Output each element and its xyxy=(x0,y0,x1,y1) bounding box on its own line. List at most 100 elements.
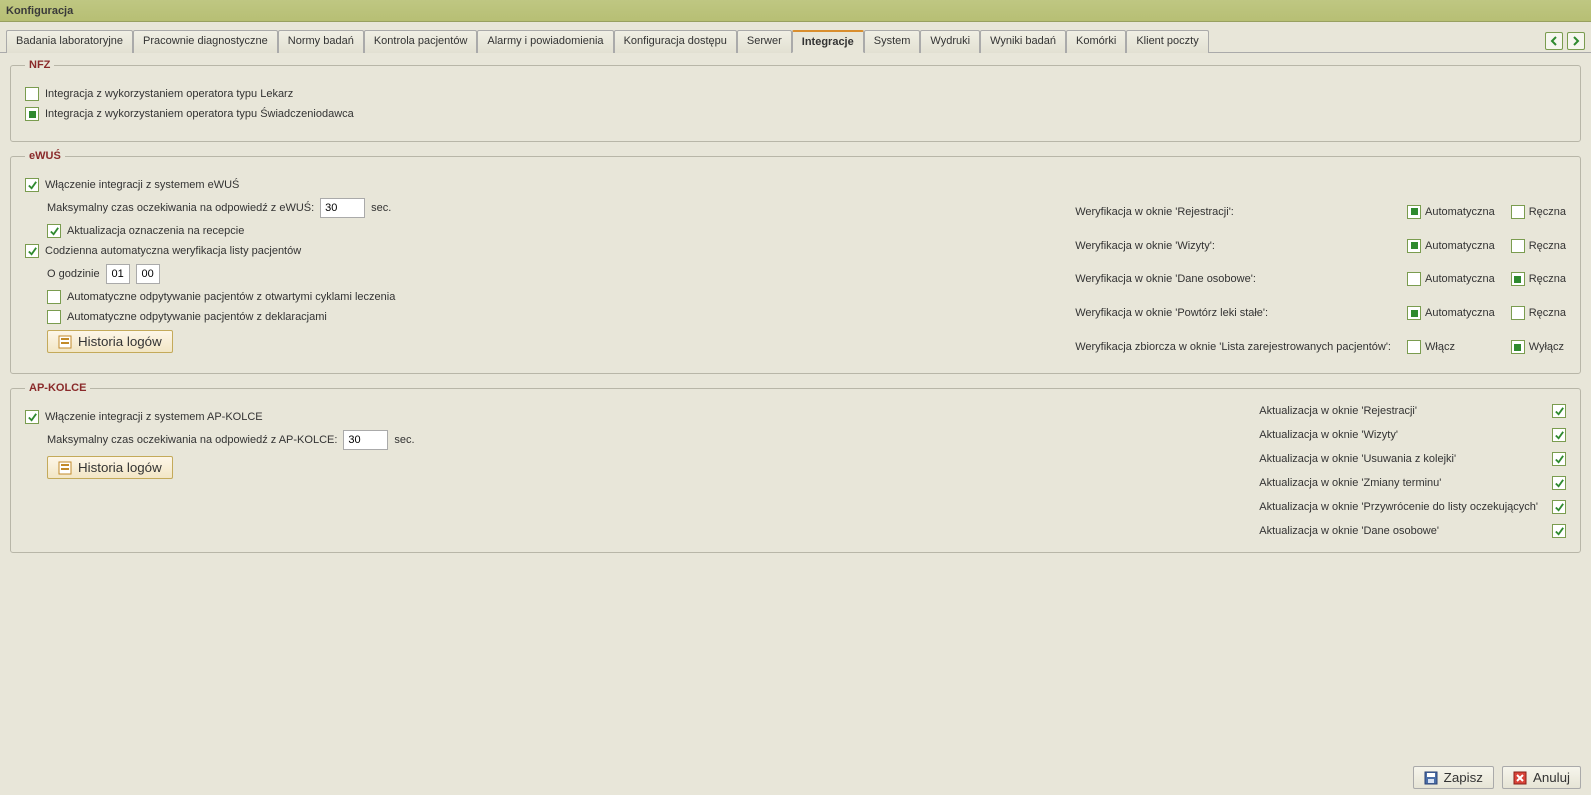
label-sec-2: sec. xyxy=(394,434,414,446)
input-ewus-maxwait[interactable] xyxy=(320,198,365,218)
apkolce-upd-2-chk[interactable] xyxy=(1552,452,1566,466)
legend-nfz: NFZ xyxy=(25,59,54,71)
ewus-col-manual-3: Ręczna xyxy=(1529,307,1566,319)
log-icon xyxy=(58,461,72,475)
tab-bar: Badania laboratoryjne Pracownie diagnost… xyxy=(0,22,1591,53)
ewus-ver-1-auto[interactable] xyxy=(1407,239,1421,253)
save-button-label: Zapisz xyxy=(1444,770,1483,785)
label-ewus-declarations: Automatyczne odpytywanie pacjentów z dek… xyxy=(67,311,327,323)
tabs-container: Badania laboratoryjne Pracownie diagnost… xyxy=(6,30,1545,52)
apkolce-upd-0: Aktualizacja w oknie 'Rejestracji' xyxy=(1259,405,1538,417)
ewus-ver-2-manual[interactable] xyxy=(1511,272,1525,286)
ewus-ver-0-auto[interactable] xyxy=(1407,205,1421,219)
label-ewus-recept: Aktualizacja oznaczenia na recepcie xyxy=(67,225,244,237)
ewus-col-auto-2: Automatyczna xyxy=(1425,273,1495,285)
apkolce-upd-5-chk[interactable] xyxy=(1552,524,1566,538)
apkolce-upd-2: Aktualizacja w oknie 'Usuwania z kolejki… xyxy=(1259,453,1538,465)
label-ewus-hour: O godzinie xyxy=(47,268,100,280)
apkolce-upd-3: Aktualizacja w oknie 'Zmiany terminu' xyxy=(1259,477,1538,489)
content-area: NFZ Integracja z wykorzystaniem operator… xyxy=(0,53,1591,567)
button-ewus-history-label: Historia logów xyxy=(78,334,162,349)
tab-wydruki[interactable]: Wydruki xyxy=(920,30,980,53)
ewus-col-off: Wyłącz xyxy=(1529,341,1564,353)
tab-wyniki-badan[interactable]: Wyniki badań xyxy=(980,30,1066,53)
input-ewus-hour-h[interactable] xyxy=(106,264,130,284)
ewus-col-auto-1: Automatyczna xyxy=(1425,240,1495,252)
checkbox-ewus-enable[interactable] xyxy=(25,178,39,192)
group-apkolce: AP-KOLCE Włączenie integracji z systemem… xyxy=(10,382,1581,553)
button-apkolce-history-label: Historia logów xyxy=(78,460,162,475)
tab-badania-laboratoryjne[interactable]: Badania laboratoryjne xyxy=(6,30,133,53)
label-nfz-swiadczeniodawca: Integracja z wykorzystaniem operatora ty… xyxy=(45,108,354,120)
ewus-ver-4-off[interactable] xyxy=(1511,340,1525,354)
legend-ewus: eWUŚ xyxy=(25,150,65,162)
ewus-col-auto-3: Automatyczna xyxy=(1425,307,1495,319)
tab-scroll-right-button[interactable] xyxy=(1567,32,1585,50)
label-apkolce-maxwait: Maksymalny czas oczekiwania na odpowiedź… xyxy=(47,434,337,446)
window-title: Konfiguracja xyxy=(0,0,1591,22)
label-nfz-lekarz: Integracja z wykorzystaniem operatora ty… xyxy=(45,88,293,100)
tab-klient-poczty[interactable]: Klient poczty xyxy=(1126,30,1208,53)
apkolce-upd-4: Aktualizacja w oknie 'Przywrócenie do li… xyxy=(1259,501,1538,513)
ewus-col-auto-0: Automatyczna xyxy=(1425,206,1495,218)
label-ewus-cycles: Automatyczne odpytywanie pacjentów z otw… xyxy=(67,291,395,303)
tab-system[interactable]: System xyxy=(864,30,921,53)
legend-apkolce: AP-KOLCE xyxy=(25,382,90,394)
ewus-ver-2-auto[interactable] xyxy=(1407,272,1421,286)
ewus-ver-3-manual[interactable] xyxy=(1511,306,1525,320)
checkbox-ewus-declarations[interactable] xyxy=(47,310,61,324)
group-nfz: NFZ Integracja z wykorzystaniem operator… xyxy=(10,59,1581,142)
ewus-ver-4-on[interactable] xyxy=(1407,340,1421,354)
cancel-button[interactable]: Anuluj xyxy=(1502,766,1581,789)
tab-kontrola-pacjentow[interactable]: Kontrola pacjentów xyxy=(364,30,478,53)
button-ewus-history[interactable]: Historia logów xyxy=(47,330,173,353)
apkolce-upd-1-chk[interactable] xyxy=(1552,428,1566,442)
ewus-ver-3-auto[interactable] xyxy=(1407,306,1421,320)
ewus-col-manual-0: Ręczna xyxy=(1529,206,1566,218)
save-button[interactable]: Zapisz xyxy=(1413,766,1494,789)
label-ewus-daily: Codzienna automatyczna weryfikacja listy… xyxy=(45,245,301,257)
checkbox-apkolce-enable[interactable] xyxy=(25,410,39,424)
apkolce-upd-3-chk[interactable] xyxy=(1552,476,1566,490)
checkbox-ewus-daily[interactable] xyxy=(25,244,39,258)
ewus-col-manual-1: Ręczna xyxy=(1529,240,1566,252)
checkbox-nfz-swiadczeniodawca[interactable] xyxy=(25,107,39,121)
ewus-ver-0-manual[interactable] xyxy=(1511,205,1525,219)
ewus-ver-label-1: Weryfikacja w oknie 'Wizyty': xyxy=(1075,240,1391,252)
label-ewus-enable: Włączenie integracji z systemem eWUŚ xyxy=(45,179,239,191)
input-apkolce-maxwait[interactable] xyxy=(343,430,388,450)
label-sec: sec. xyxy=(371,202,391,214)
ewus-col-on: Włącz xyxy=(1425,341,1455,353)
label-ewus-maxwait: Maksymalny czas oczekiwania na odpowiedź… xyxy=(47,202,314,214)
checkbox-ewus-recept[interactable] xyxy=(47,224,61,238)
cancel-icon xyxy=(1513,771,1527,785)
tab-komorki[interactable]: Komórki xyxy=(1066,30,1126,53)
save-icon xyxy=(1424,771,1438,785)
ewus-ver-label-3: Weryfikacja w oknie 'Powtórz leki stałe'… xyxy=(1075,307,1391,319)
cancel-button-label: Anuluj xyxy=(1533,770,1570,785)
chevron-right-icon xyxy=(1571,36,1581,46)
tab-nav-arrows xyxy=(1545,32,1585,52)
button-apkolce-history[interactable]: Historia logów xyxy=(47,456,173,479)
tab-normy-badan[interactable]: Normy badań xyxy=(278,30,364,53)
apkolce-upd-0-chk[interactable] xyxy=(1552,404,1566,418)
checkbox-ewus-cycles[interactable] xyxy=(47,290,61,304)
ewus-ver-1-manual[interactable] xyxy=(1511,239,1525,253)
ewus-ver-label-0: Weryfikacja w oknie 'Rejestracji': xyxy=(1075,206,1391,218)
tab-integracje[interactable]: Integracje xyxy=(792,30,864,53)
log-icon xyxy=(58,335,72,349)
chevron-left-icon xyxy=(1549,36,1559,46)
checkbox-nfz-lekarz[interactable] xyxy=(25,87,39,101)
tab-serwer[interactable]: Serwer xyxy=(737,30,792,53)
tab-alarmy[interactable]: Alarmy i powiadomienia xyxy=(477,30,613,53)
apkolce-upd-4-chk[interactable] xyxy=(1552,500,1566,514)
tab-pracownie-diagnostyczne[interactable]: Pracownie diagnostyczne xyxy=(133,30,278,53)
label-apkolce-enable: Włączenie integracji z systemem AP-KOLCE xyxy=(45,411,263,423)
ewus-col-manual-2: Ręczna xyxy=(1529,273,1566,285)
apkolce-upd-5: Aktualizacja w oknie 'Dane osobowe' xyxy=(1259,525,1538,537)
input-ewus-hour-m[interactable] xyxy=(136,264,160,284)
tab-konfiguracja-dostepu[interactable]: Konfiguracja dostępu xyxy=(614,30,737,53)
footer-buttons: Zapisz Anuluj xyxy=(0,766,1591,789)
tab-scroll-left-button[interactable] xyxy=(1545,32,1563,50)
apkolce-upd-1: Aktualizacja w oknie 'Wizyty' xyxy=(1259,429,1538,441)
